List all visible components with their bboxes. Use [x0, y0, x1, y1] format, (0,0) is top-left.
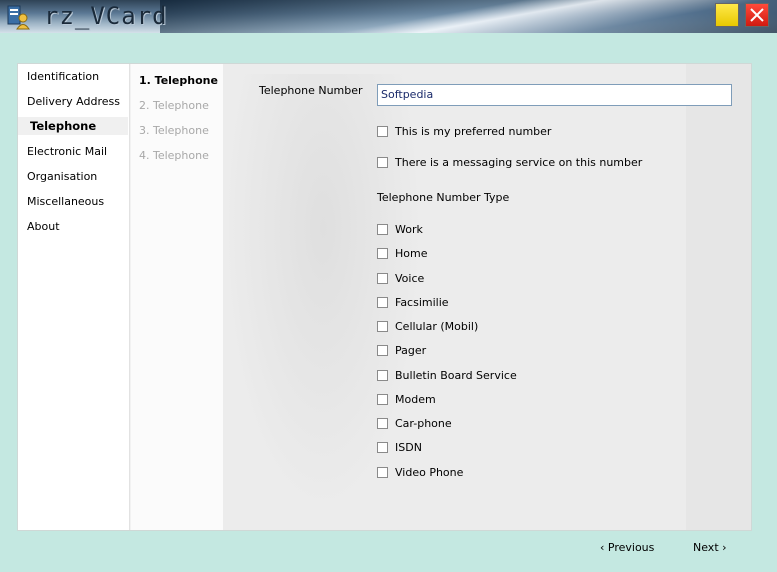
type-label: Bulletin Board Service	[395, 369, 517, 382]
sidebar-item-about[interactable]: About	[27, 218, 60, 236]
sidebar-item-telephone[interactable]: Telephone	[18, 117, 128, 135]
checkbox-box[interactable]	[377, 345, 388, 356]
window-title: rz_VCard	[44, 2, 168, 30]
type-label: Home	[395, 247, 428, 260]
minimize-button[interactable]	[715, 3, 739, 27]
background-artwork	[223, 74, 423, 514]
checkbox-box[interactable]	[377, 321, 388, 332]
checkbox-box[interactable]	[377, 442, 388, 453]
step-list: 1. Telephone 2. Telephone 3. Telephone 4…	[131, 64, 223, 530]
main-panel: Identification Delivery Address Telephon…	[17, 63, 752, 531]
sidebar-item-miscellaneous[interactable]: Miscellaneous	[27, 193, 104, 211]
type-label: Video Phone	[395, 466, 464, 479]
vcard-app-icon	[6, 4, 30, 30]
sidebar: Identification Delivery Address Telephon…	[18, 64, 130, 530]
type-label: Cellular (Mobil)	[395, 320, 479, 333]
close-icon	[750, 8, 764, 22]
step-item-1[interactable]: 1. Telephone	[139, 73, 218, 89]
checkbox-box[interactable]	[377, 157, 388, 168]
previous-button[interactable]: ‹ Previous	[600, 540, 654, 556]
telephone-number-input[interactable]: Softpedia	[377, 84, 732, 106]
type-label: Car-phone	[395, 417, 452, 430]
step-item-4[interactable]: 4. Telephone	[139, 148, 209, 164]
sidebar-item-organisation[interactable]: Organisation	[27, 168, 97, 186]
telephone-number-label: Telephone Number	[259, 84, 363, 97]
checkbox-box[interactable]	[377, 418, 388, 429]
checkbox-box[interactable]	[377, 297, 388, 308]
checkbox-box[interactable]	[377, 394, 388, 405]
next-button[interactable]: Next ›	[693, 540, 727, 556]
checkbox-box[interactable]	[377, 224, 388, 235]
title-bar-background	[160, 0, 777, 33]
number-type-heading: Telephone Number Type	[377, 191, 510, 204]
type-label: ISDN	[395, 441, 422, 454]
checkbox-box[interactable]	[377, 248, 388, 259]
type-label: Modem	[395, 393, 436, 406]
sidebar-item-delivery-address[interactable]: Delivery Address	[27, 93, 120, 111]
type-label: Work	[395, 223, 423, 236]
checkbox-box[interactable]	[377, 126, 388, 137]
type-label: Pager	[395, 344, 427, 357]
sidebar-item-electronic-mail[interactable]: Electronic Mail	[27, 143, 107, 161]
checkbox-box[interactable]	[377, 370, 388, 381]
sidebar-item-identification[interactable]: Identification	[27, 68, 99, 86]
right-margin	[686, 64, 751, 530]
type-label: Facsimilie	[395, 296, 449, 309]
footer-bar	[85, 532, 777, 572]
close-button[interactable]	[745, 3, 769, 27]
checkbox-box[interactable]	[377, 273, 388, 284]
title-bar: rz_VCard	[0, 0, 777, 33]
type-label: Voice	[395, 272, 425, 285]
checkbox-box[interactable]	[377, 467, 388, 478]
messaging-service-label: There is a messaging service on this num…	[395, 156, 643, 169]
preferred-number-label: This is my preferred number	[395, 125, 552, 138]
step-item-2[interactable]: 2. Telephone	[139, 98, 209, 114]
step-item-3[interactable]: 3. Telephone	[139, 123, 209, 139]
